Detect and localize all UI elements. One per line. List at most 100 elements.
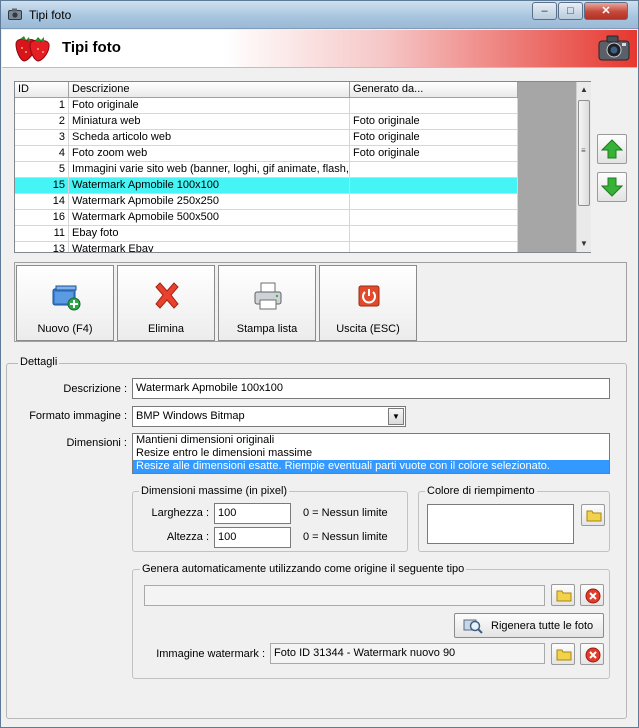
power-icon <box>358 285 380 307</box>
cell-generato: Foto originale <box>350 146 518 162</box>
cell-generato <box>350 162 518 178</box>
watermark-label: Immagine watermark : <box>156 648 265 660</box>
table-row[interactable]: 16 Watermark Apmobile 500x500 <box>15 210 518 226</box>
app-window: Tipi foto – □ ✕ Tipi foto ID Descrizione… <box>0 0 639 728</box>
folder-icon <box>586 510 602 522</box>
column-header-id[interactable]: ID <box>15 82 69 98</box>
cell-generato <box>350 98 518 114</box>
close-button[interactable]: ✕ <box>584 2 628 20</box>
formato-select[interactable]: BMP Windows Bitmap ▼ <box>132 406 406 427</box>
cell-descrizione: Watermark Ebay <box>69 242 350 252</box>
print-list-button-label: Stampa lista <box>236 323 298 335</box>
cell-generato <box>350 178 518 194</box>
dimensioni-option-selected[interactable]: Resize alle dimensioni esatte. Riempie e… <box>133 460 609 473</box>
move-up-button[interactable] <box>597 134 627 164</box>
formato-select-value: BMP Windows Bitmap <box>136 410 245 422</box>
table-row[interactable]: 2 Miniatura web Foto originale <box>15 114 518 130</box>
header-title: Tipi foto <box>62 39 121 56</box>
strawberry-icon <box>15 36 50 62</box>
regenerate-all-label: Rigenera tutte le foto <box>491 620 594 632</box>
new-item-icon <box>52 285 81 311</box>
table-row[interactable]: 14 Watermark Apmobile 250x250 <box>15 194 518 210</box>
folder-icon <box>556 590 572 602</box>
print-list-button[interactable]: Stampa lista <box>218 265 316 341</box>
descrizione-input[interactable]: Watermark Apmobile 100x100 <box>132 378 610 399</box>
scroll-down-arrow[interactable]: ▼ <box>577 236 591 251</box>
cell-descrizione: Foto zoom web <box>69 146 350 162</box>
cell-generato <box>350 242 518 252</box>
fill-color-swatch[interactable] <box>427 504 574 544</box>
dimensioni-label: Dimensioni : <box>66 437 127 449</box>
table-row[interactable]: 13 Watermark Ebay <box>15 242 518 252</box>
cell-id: 5 <box>15 162 69 178</box>
regenerate-all-button[interactable]: Rigenera tutte le foto <box>454 613 604 638</box>
table-row[interactable]: 11 Ebay foto <box>15 226 518 242</box>
cell-generato <box>350 194 518 210</box>
table-row-selected[interactable]: 15 Watermark Apmobile 100x100 <box>15 178 518 194</box>
dimensioni-option[interactable]: Resize entro le dimensioni massime <box>133 447 609 460</box>
cell-generato <box>350 210 518 226</box>
column-header-descrizione[interactable]: Descrizione <box>69 82 350 98</box>
larghezza-hint: 0 = Nessun limite <box>303 507 388 519</box>
exit-button-label: Uscita (ESC) <box>336 323 400 335</box>
window-title: Tipi foto <box>29 8 72 22</box>
altezza-hint: 0 = Nessun limite <box>303 531 388 543</box>
dimensioni-listbox[interactable]: Mantieni dimensioni originali Resize ent… <box>132 433 610 474</box>
cell-generato: Foto originale <box>350 114 518 130</box>
cell-descrizione: Watermark Apmobile 500x500 <box>69 210 350 226</box>
table-empty-area <box>518 82 576 252</box>
fill-color-browse-button[interactable] <box>581 504 605 526</box>
table-row[interactable]: 1 Foto originale <box>15 98 518 114</box>
regenerate-magnifier-icon <box>463 619 483 634</box>
column-header-generato[interactable]: Generato da... <box>350 82 518 98</box>
move-down-button[interactable] <box>597 172 627 202</box>
table-vertical-scrollbar[interactable]: ▲ ≡ ▼ <box>576 82 591 252</box>
cell-id: 1 <box>15 98 69 114</box>
scroll-up-arrow[interactable]: ▲ <box>577 82 591 97</box>
new-button[interactable]: Nuovo (F4) <box>16 265 114 341</box>
origine-browse-button[interactable] <box>551 584 575 606</box>
watermark-browse-button[interactable] <box>551 643 575 665</box>
scroll-thumb[interactable]: ≡ <box>578 100 590 206</box>
dimensioni-option[interactable]: Mantieni dimensioni originali <box>133 434 609 447</box>
cell-id: 4 <box>15 146 69 162</box>
chevron-down-icon[interactable]: ▼ <box>388 408 404 425</box>
photo-types-table[interactable]: ID Descrizione Generato da... 1 Foto ori… <box>14 81 591 253</box>
altezza-input[interactable]: 100 <box>214 527 291 548</box>
altezza-label: Altezza : <box>166 531 209 543</box>
max-dimensions-legend: Dimensioni massime (in pixel) <box>139 485 290 497</box>
cell-id: 14 <box>15 194 69 210</box>
watermark-input[interactable]: Foto ID 31344 - Watermark nuovo 90 <box>270 643 545 664</box>
origine-input[interactable] <box>144 585 545 606</box>
origine-clear-button[interactable] <box>580 584 604 606</box>
delete-button[interactable]: Elimina <box>117 265 215 341</box>
larghezza-label: Larghezza : <box>151 507 209 519</box>
cell-descrizione: Watermark Apmobile 250x250 <box>69 194 350 210</box>
folder-icon <box>556 649 572 661</box>
details-legend: Dettagli <box>18 356 60 368</box>
scroll-grip-icon: ≡ <box>581 146 586 155</box>
cell-descrizione: Immagini varie sito web (banner, loghi, … <box>69 162 350 178</box>
descrizione-label: Descrizione : <box>63 383 127 395</box>
minimize-button[interactable]: – <box>532 2 557 20</box>
header-banner: Tipi foto <box>2 30 637 68</box>
fill-color-legend: Colore di riempimento <box>425 485 537 497</box>
cell-id: 16 <box>15 210 69 226</box>
larghezza-input[interactable]: 100 <box>214 503 291 524</box>
clear-icon <box>585 647 601 663</box>
cell-id: 13 <box>15 242 69 252</box>
maximize-button[interactable]: □ <box>558 2 583 20</box>
watermark-clear-button[interactable] <box>580 643 604 665</box>
exit-button[interactable]: Uscita (ESC) <box>319 265 417 341</box>
cell-id: 11 <box>15 226 69 242</box>
table-row[interactable]: 3 Scheda articolo web Foto originale <box>15 130 518 146</box>
cell-descrizione: Foto originale <box>69 98 350 114</box>
table-row[interactable]: 4 Foto zoom web Foto originale <box>15 146 518 162</box>
table-row[interactable]: 5 Immagini varie sito web (banner, loghi… <box>15 162 518 178</box>
printer-icon <box>254 282 282 310</box>
new-button-label: Nuovo (F4) <box>37 323 93 335</box>
cell-descrizione: Scheda articolo web <box>69 130 350 146</box>
clear-icon <box>585 588 601 604</box>
cell-id: 3 <box>15 130 69 146</box>
arrow-down-icon <box>601 177 623 197</box>
